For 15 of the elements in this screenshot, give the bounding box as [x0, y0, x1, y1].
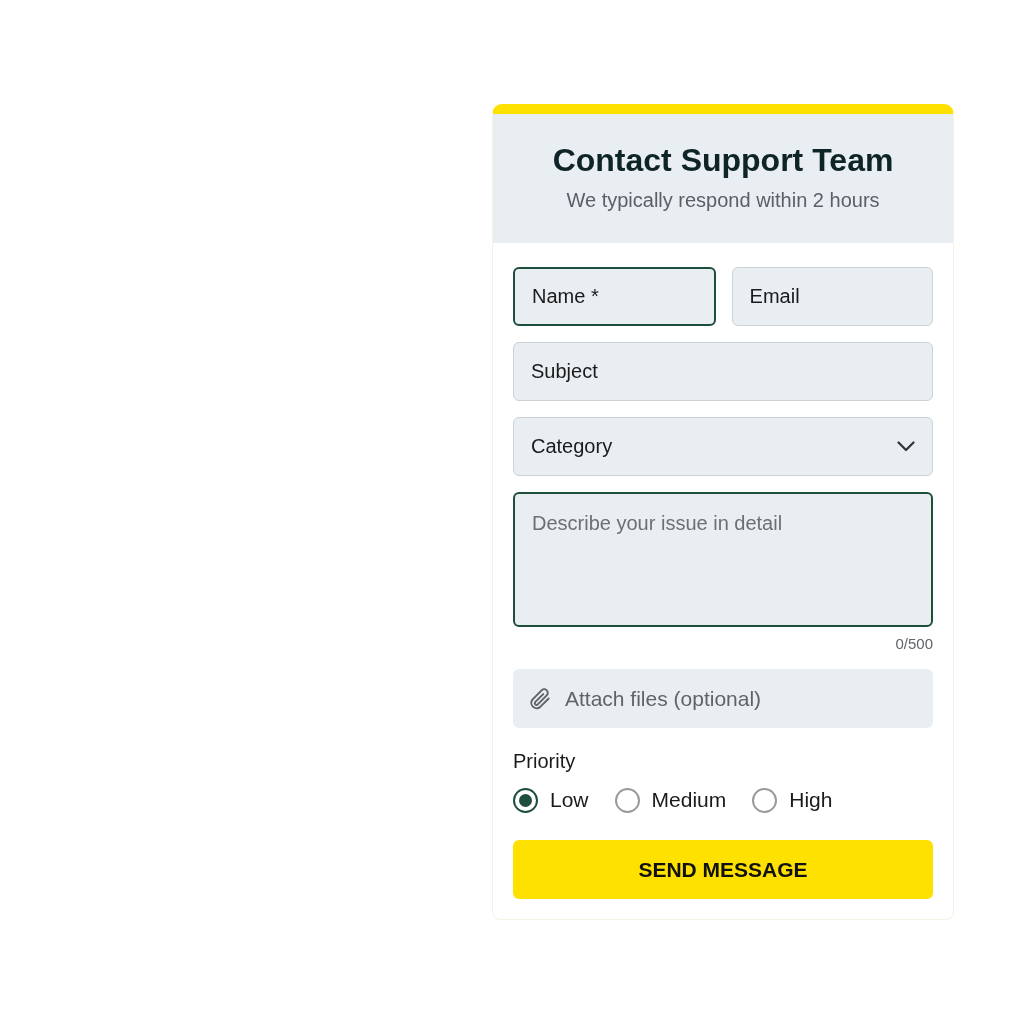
priority-label: Priority — [513, 749, 577, 775]
send-button[interactable]: SEND MESSAGE — [513, 839, 933, 899]
priority-radio[interactable]: High — [752, 784, 833, 816]
paperclip-icon — [527, 685, 553, 712]
chevron-down-icon — [897, 440, 915, 452]
category-dropdown[interactable]: Category — [513, 416, 933, 476]
character-counter: 0/500 — [894, 633, 933, 654]
dropdown-value: Category — [531, 434, 613, 460]
message-field[interactable]: Describe your issue in detail — [513, 491, 933, 627]
form-subtitle: We typically respond within 2 hours — [565, 187, 881, 213]
form-title: Contact Support Team — [551, 142, 895, 179]
priority-radio[interactable]: Medium — [614, 784, 727, 816]
input-field[interactable]: Name * — [513, 266, 716, 326]
priority-radio[interactable]: Low — [513, 784, 589, 816]
attach-files-button[interactable]: Attach files (optional) — [513, 669, 933, 729]
